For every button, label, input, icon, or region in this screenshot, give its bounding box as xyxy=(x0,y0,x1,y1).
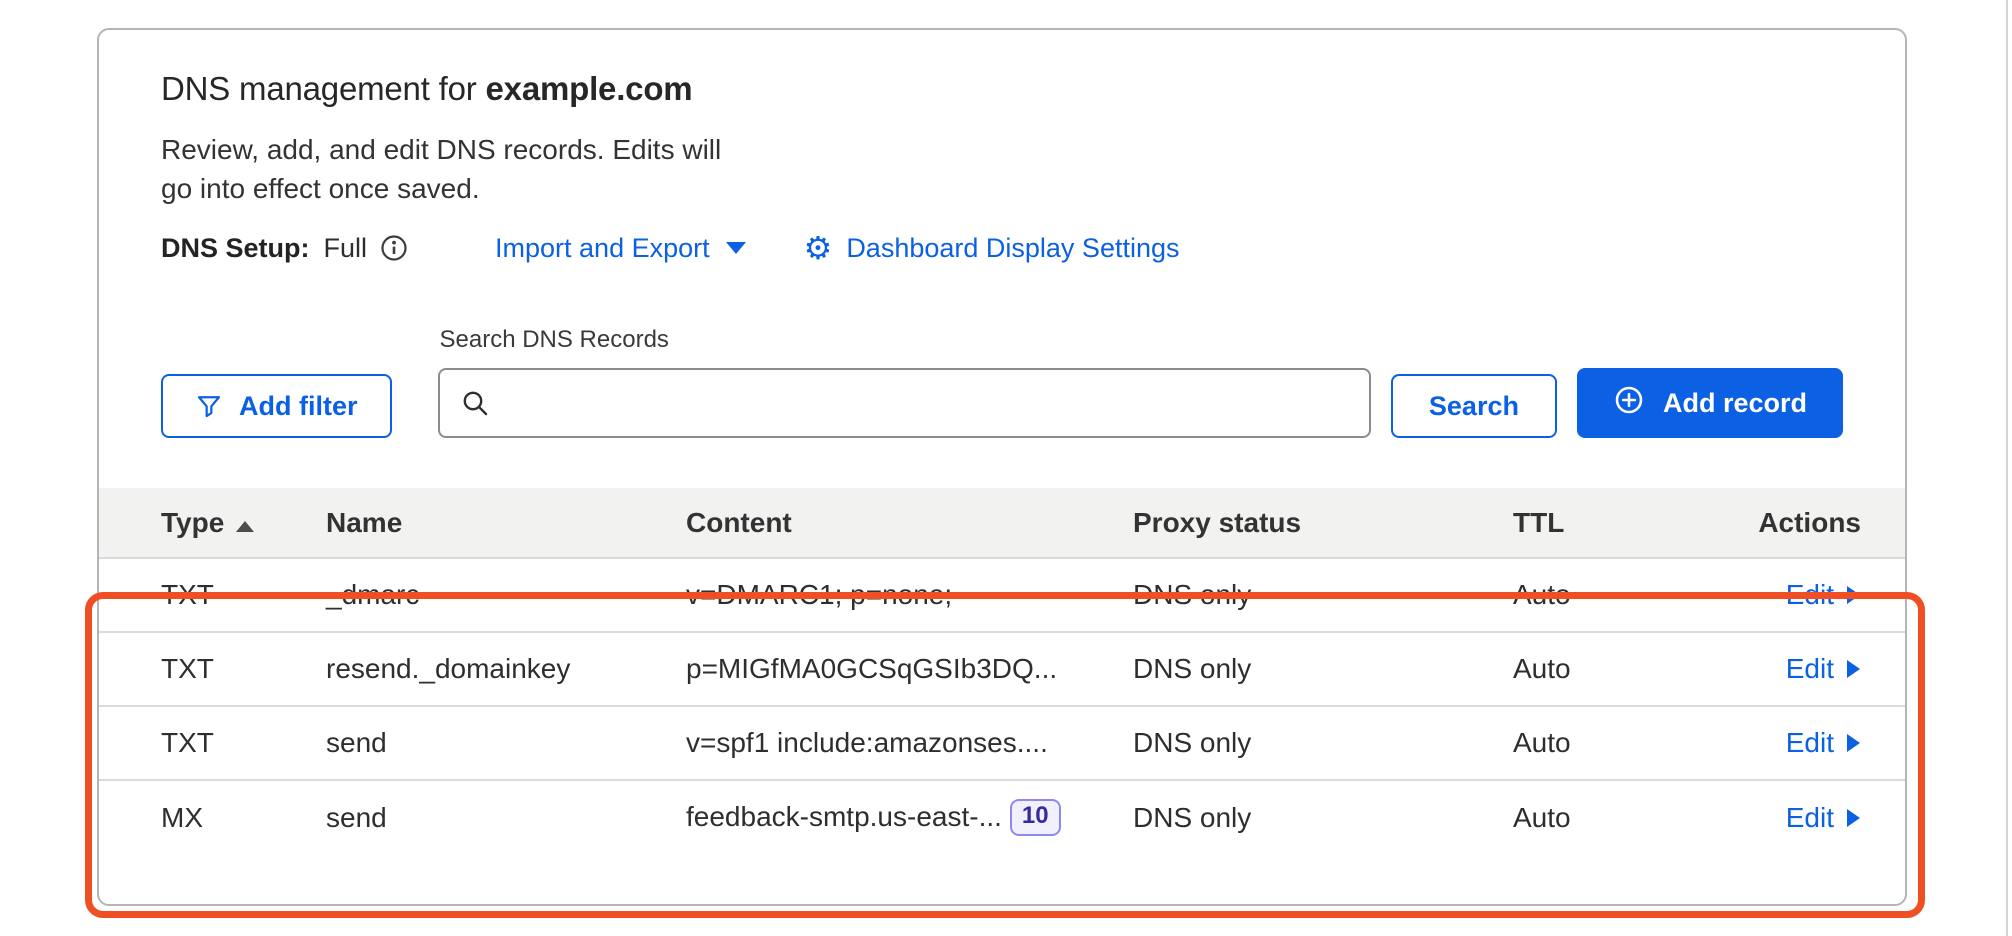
edit-record-link[interactable]: Edit xyxy=(1786,727,1861,759)
page-right-divider xyxy=(2006,0,2008,936)
edit-record-link[interactable]: Edit xyxy=(1786,579,1861,611)
search-field-label: Search DNS Records xyxy=(440,326,1371,354)
cell-name: send xyxy=(326,706,686,780)
mx-priority-badge: 10 xyxy=(1010,799,1061,836)
cell-type: MX xyxy=(99,780,326,854)
table-header-row: Type Name Content Proxy status TTL Actio… xyxy=(99,488,1905,558)
cell-content: feedback-smtp.us-east-...10 xyxy=(686,780,1133,854)
cell-content: p=MIGfMA0GCSqGSIb3DQ... xyxy=(686,632,1133,706)
gear-icon: ⚙ xyxy=(804,232,833,264)
column-header-proxy-status: Proxy status xyxy=(1133,488,1513,558)
edit-record-link[interactable]: Edit xyxy=(1786,653,1861,685)
chevron-right-icon xyxy=(1846,808,1861,828)
cell-content: v=spf1 include:amazonses.... xyxy=(686,706,1133,780)
cell-proxy-status: DNS only xyxy=(1133,558,1513,632)
import-export-label: Import and Export xyxy=(495,233,710,264)
dns-setup-label: DNS Setup: xyxy=(161,233,310,264)
card-content: DNS management for example.com Review, a… xyxy=(99,30,1905,438)
cell-name: send xyxy=(326,780,686,854)
add-filter-button[interactable]: Add filter xyxy=(161,374,392,438)
table-row: MX send feedback-smtp.us-east-...10 DNS … xyxy=(99,780,1905,854)
caret-down-icon xyxy=(726,242,746,254)
dns-setup-row: DNS Setup: Full Import and Export ⚙ Dash… xyxy=(161,232,1843,264)
cell-ttl: Auto xyxy=(1513,558,1700,632)
cell-proxy-status: DNS only xyxy=(1133,632,1513,706)
search-box: Search DNS Records xyxy=(438,326,1371,438)
cell-ttl: Auto xyxy=(1513,780,1700,854)
table-row: TXT resend._domainkey p=MIGfMA0GCSqGSIb3… xyxy=(99,632,1905,706)
cell-name: _dmarc xyxy=(326,558,686,632)
column-header-content: Content xyxy=(686,488,1133,558)
page-description: Review, add, and edit DNS records. Edits… xyxy=(161,130,1843,208)
chevron-right-icon xyxy=(1846,659,1861,679)
cell-ttl: Auto xyxy=(1513,632,1700,706)
dns-records-table: Type Name Content Proxy status TTL Actio… xyxy=(99,488,1905,854)
plus-circle-icon xyxy=(1613,384,1645,423)
funnel-icon xyxy=(195,392,223,420)
search-field xyxy=(438,368,1371,438)
import-export-link[interactable]: Import and Export xyxy=(495,233,746,264)
add-filter-label: Add filter xyxy=(239,391,358,422)
chevron-right-icon xyxy=(1846,585,1861,605)
dns-management-card: DNS management for example.com Review, a… xyxy=(97,28,1907,906)
add-record-label: Add record xyxy=(1663,388,1807,419)
sort-asc-icon xyxy=(236,521,254,532)
edit-record-link[interactable]: Edit xyxy=(1786,802,1861,834)
add-record-button[interactable]: Add record xyxy=(1577,368,1843,438)
chevron-right-icon xyxy=(1846,733,1861,753)
page-title-domain: example.com xyxy=(486,70,693,107)
cell-type: TXT xyxy=(99,632,326,706)
cell-ttl: Auto xyxy=(1513,706,1700,780)
toolbar: Add filter Search DNS Records Search Add… xyxy=(161,326,1843,438)
column-header-name: Name xyxy=(326,488,686,558)
dns-setup-value: Full xyxy=(324,233,368,264)
search-input[interactable] xyxy=(438,368,1371,438)
page-description-line: go into effect once saved. xyxy=(161,169,1843,208)
info-circle-icon[interactable] xyxy=(379,233,409,263)
cell-content: v=DMARC1; p=none; xyxy=(686,558,1133,632)
column-header-type[interactable]: Type xyxy=(99,488,326,558)
cell-proxy-status: DNS only xyxy=(1133,780,1513,854)
search-icon xyxy=(460,388,490,423)
column-header-ttl: TTL xyxy=(1513,488,1700,558)
column-header-actions: Actions xyxy=(1700,488,1905,558)
cell-name: resend._domainkey xyxy=(326,632,686,706)
cell-type: TXT xyxy=(99,706,326,780)
table-row: TXT _dmarc v=DMARC1; p=none; DNS only Au… xyxy=(99,558,1905,632)
page-title: DNS management for example.com xyxy=(161,70,1843,108)
table-row: TXT send v=spf1 include:amazonses.... DN… xyxy=(99,706,1905,780)
cell-type: TXT xyxy=(99,558,326,632)
search-button[interactable]: Search xyxy=(1391,374,1557,438)
cell-proxy-status: DNS only xyxy=(1133,706,1513,780)
dashboard-display-settings-link[interactable]: Dashboard Display Settings xyxy=(846,233,1179,264)
page-title-prefix: DNS management for xyxy=(161,70,477,107)
page-description-line: Review, add, and edit DNS records. Edits… xyxy=(161,130,1843,169)
